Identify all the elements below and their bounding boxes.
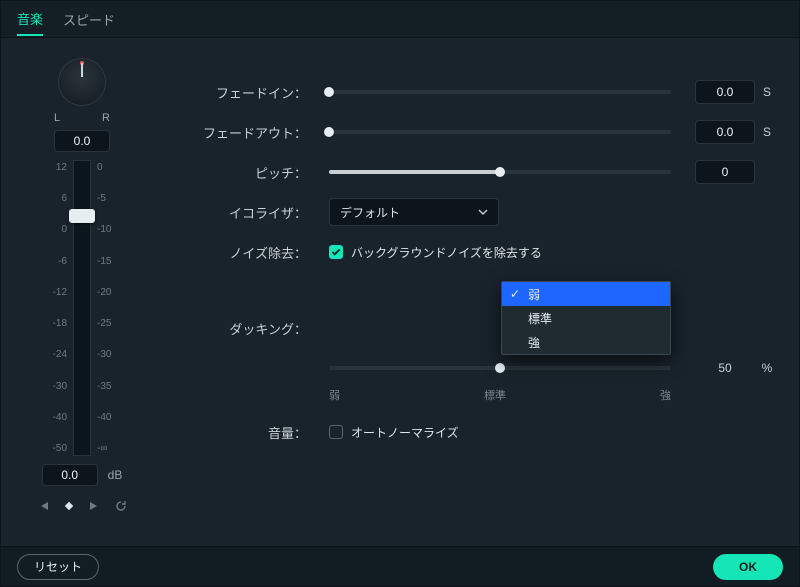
autonormalize-label: オートノーマライズ bbox=[351, 424, 459, 441]
strength-unit: % bbox=[755, 361, 779, 375]
scale-tick: 12 bbox=[56, 162, 67, 173]
pitch-value[interactable]: 0 bbox=[695, 160, 755, 184]
tick-low: 弱 bbox=[329, 387, 340, 403]
scale-tick: -∞ bbox=[97, 443, 107, 454]
fadeout-label: フェードアウト： bbox=[161, 123, 311, 142]
pan-value[interactable]: 0.0 bbox=[54, 130, 110, 152]
fader-thumb[interactable] bbox=[69, 209, 95, 223]
db-unit: dB bbox=[108, 468, 123, 482]
fadeout-value[interactable]: 0.0 bbox=[695, 120, 755, 144]
ducking-label: ダッキング： bbox=[161, 319, 311, 338]
volume-fader[interactable] bbox=[73, 160, 91, 456]
fadein-label: フェードイン： bbox=[161, 83, 311, 102]
strength-value: 50 bbox=[695, 356, 755, 380]
reset-keyframes-icon[interactable] bbox=[115, 500, 127, 515]
fadein-value[interactable]: 0.0 bbox=[695, 80, 755, 104]
fadein-row: フェードイン： 0.0 S bbox=[161, 72, 779, 112]
chevron-down-icon bbox=[478, 207, 488, 217]
scale-tick: -40 bbox=[53, 412, 67, 423]
scale-tick: 0 bbox=[61, 224, 67, 235]
footer-bar: リセット OK bbox=[1, 546, 799, 586]
eq-selected-value: デフォルト bbox=[340, 204, 400, 221]
ducking-row: ダッキング： bbox=[161, 308, 779, 348]
volume-row: 音量： オートノーマライズ bbox=[161, 412, 779, 452]
tab-music[interactable]: 音楽 bbox=[17, 2, 43, 36]
dropdown-option[interactable]: 強 bbox=[502, 330, 670, 354]
controls-column: フェードイン： 0.0 S フェードアウト： 0.0 S bbox=[161, 54, 779, 538]
tab-bar: 音楽 スピード bbox=[1, 1, 799, 37]
volume-meter: 12 6 0 -6 -12 -18 -24 -30 -40 -50 0 -5 -10 -15 -20 -25… bbox=[45, 160, 119, 456]
audio-panel: 音楽 スピード L R 0.0 1260-6-12-18-24-30-40-50… bbox=[0, 0, 800, 587]
autonormalize-checkbox[interactable] bbox=[329, 425, 343, 439]
scale-tick: -30 bbox=[97, 349, 111, 360]
tab-speed[interactable]: スピード bbox=[63, 2, 115, 36]
pitch-label: ピッチ： bbox=[161, 163, 311, 182]
pan-r-label: R bbox=[102, 112, 110, 124]
eq-label: イコライザ： bbox=[161, 203, 311, 222]
check-icon: ✓ bbox=[510, 287, 522, 301]
scale-tick: 6 bbox=[61, 193, 67, 204]
noise-checkbox-label: バックグラウンドノイズを除去する bbox=[351, 244, 542, 261]
meter-left-scale: 12 6 0 -6 -12 -18 -24 -30 -40 -50 bbox=[45, 160, 73, 456]
scale-tick: -50 bbox=[53, 443, 67, 454]
scale-tick: -12 bbox=[53, 287, 67, 298]
scale-tick: -35 bbox=[97, 381, 111, 392]
fadein-slider[interactable] bbox=[329, 90, 671, 94]
panel-body: L R 0.0 12 6 0 -6 -12 -18 -24 -30 -40 -50 0 -5 -10 -… bbox=[1, 37, 799, 546]
pan-and-meter-column: L R 0.0 12 6 0 -6 -12 -18 -24 -30 -40 -50 0 -5 -10 -… bbox=[27, 54, 137, 538]
strength-ticks-row: 弱 標準 強 bbox=[161, 388, 779, 406]
check-icon bbox=[331, 247, 341, 257]
db-value[interactable]: 0.0 bbox=[42, 464, 98, 486]
keyframe-controls bbox=[37, 500, 127, 515]
next-keyframe-icon[interactable] bbox=[89, 500, 101, 515]
ok-button[interactable]: OK bbox=[713, 554, 783, 580]
fadein-unit: S bbox=[755, 85, 779, 99]
dropdown-option-label: 標準 bbox=[528, 310, 552, 327]
tick-mid: 標準 bbox=[484, 387, 506, 403]
keyframe-toggle-icon[interactable] bbox=[63, 500, 75, 515]
noise-row: ノイズ除去： バックグラウンドノイズを除去する bbox=[161, 232, 779, 272]
volume-label: 音量： bbox=[161, 423, 311, 442]
dropdown-option-label: 強 bbox=[528, 334, 540, 351]
fadeout-unit: S bbox=[755, 125, 779, 139]
dropdown-option[interactable]: 標準 bbox=[502, 306, 670, 330]
scale-tick: -5 bbox=[97, 193, 106, 204]
scale-tick: -6 bbox=[58, 256, 67, 267]
tick-high: 強 bbox=[660, 387, 671, 403]
noise-label: ノイズ除去： bbox=[161, 243, 311, 262]
scale-tick: -24 bbox=[53, 349, 67, 360]
strength-row: 50 % bbox=[161, 348, 779, 388]
scale-tick: 0 bbox=[97, 162, 103, 173]
eq-row: イコライザ： デフォルト bbox=[161, 192, 779, 232]
scale-tick: -15 bbox=[97, 256, 111, 267]
scale-tick: -40 bbox=[97, 412, 111, 423]
pan-knob[interactable] bbox=[58, 58, 106, 106]
scale-tick: -10 bbox=[97, 224, 111, 235]
fadeout-row: フェードアウト： 0.0 S bbox=[161, 112, 779, 152]
db-readout-row: 0.0 dB bbox=[42, 464, 123, 486]
fadeout-slider[interactable] bbox=[329, 130, 671, 134]
dropdown-option-label: 弱 bbox=[528, 286, 540, 303]
strength-slider[interactable] bbox=[329, 366, 671, 370]
dropdown-option[interactable]: ✓弱 bbox=[502, 282, 670, 306]
reset-button[interactable]: リセット bbox=[17, 554, 99, 580]
pan-lr-labels: L R bbox=[54, 112, 110, 124]
meter-right-scale: 0 -5 -10 -15 -20 -25 -30 -35 -40 -∞ bbox=[91, 160, 119, 456]
noise-checkbox[interactable] bbox=[329, 245, 343, 259]
pitch-slider[interactable] bbox=[329, 170, 671, 174]
prev-keyframe-icon[interactable] bbox=[37, 500, 49, 515]
scale-tick: -25 bbox=[97, 318, 111, 329]
scale-tick: -18 bbox=[53, 318, 67, 329]
noise-strength-dropdown[interactable]: ✓弱標準強 bbox=[501, 281, 671, 355]
pan-l-label: L bbox=[54, 112, 60, 124]
scale-tick: -30 bbox=[53, 381, 67, 392]
scale-tick: -20 bbox=[97, 287, 111, 298]
eq-select[interactable]: デフォルト bbox=[329, 198, 499, 226]
pitch-row: ピッチ： 0 bbox=[161, 152, 779, 192]
